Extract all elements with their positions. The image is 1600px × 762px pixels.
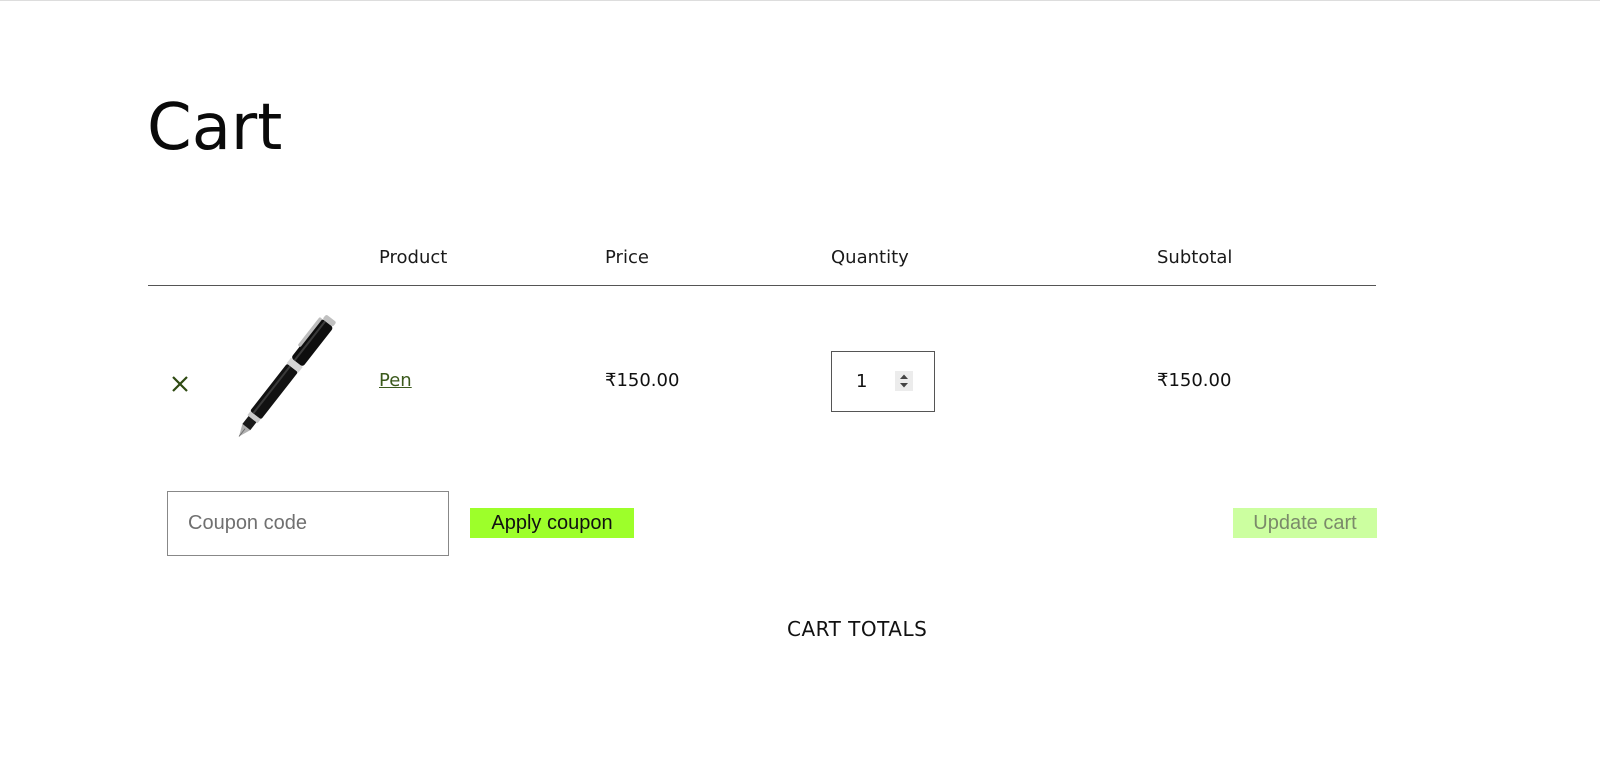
quantity-stepper[interactable]: 1 [831, 351, 935, 412]
fountain-pen-image [238, 315, 336, 437]
product-subtotal: ₹150.00 [1157, 370, 1232, 391]
update-cart-button[interactable]: Update cart [1233, 508, 1377, 538]
column-header-product: Product [379, 247, 448, 268]
header-divider [148, 285, 1376, 286]
close-icon [172, 376, 188, 392]
top-border [0, 0, 1600, 1]
spinner-arrows-icon [900, 374, 908, 388]
quantity-value[interactable]: 1 [856, 370, 867, 394]
column-header-quantity: Quantity [831, 247, 909, 268]
remove-item-button[interactable] [168, 372, 192, 396]
product-name-link[interactable]: Pen [379, 369, 412, 393]
coupon-code-input[interactable] [167, 491, 449, 556]
column-header-price: Price [605, 247, 649, 268]
column-header-subtotal: Subtotal [1157, 247, 1233, 268]
apply-coupon-button[interactable]: Apply coupon [470, 508, 634, 538]
cart-totals-heading: CART TOTALS [787, 617, 928, 641]
page-title: Cart [147, 91, 283, 165]
product-price: ₹150.00 [605, 370, 680, 391]
product-thumbnail[interactable] [212, 306, 362, 444]
quantity-spinner[interactable] [895, 371, 913, 391]
